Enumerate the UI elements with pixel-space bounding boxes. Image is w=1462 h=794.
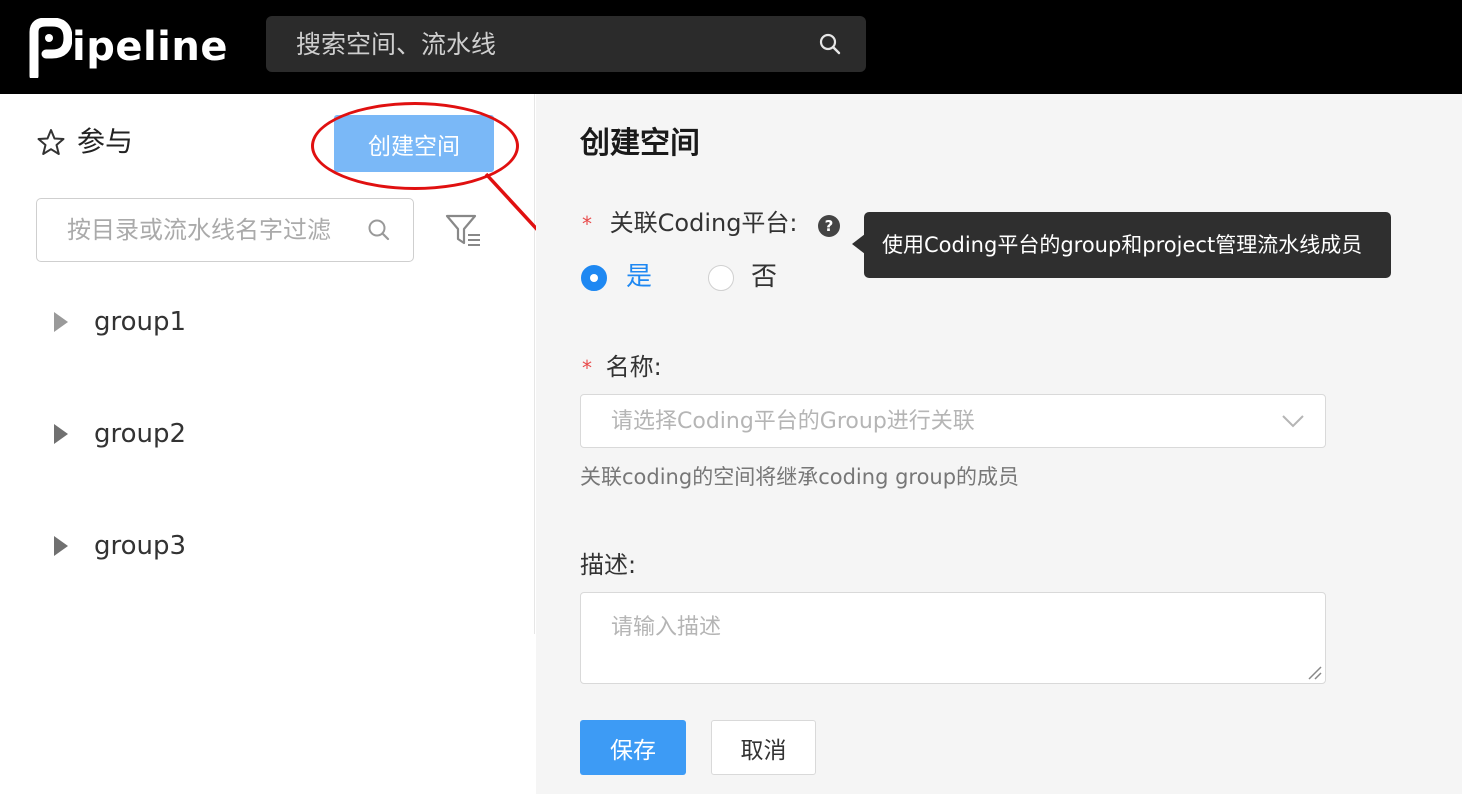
tree-item-group1[interactable]: group1 — [54, 302, 186, 342]
required-mark: * — [582, 212, 592, 236]
filter-input[interactable] — [37, 199, 357, 261]
radio-no[interactable] — [708, 265, 734, 291]
help-icon[interactable]: ? — [817, 214, 841, 238]
caret-right-icon[interactable] — [54, 424, 68, 444]
description-label: 描述: — [580, 551, 637, 579]
filter-box — [36, 198, 414, 262]
star-icon — [37, 129, 65, 155]
cancel-button[interactable]: 取消 — [711, 720, 816, 775]
save-button[interactable]: 保存 — [580, 720, 686, 775]
logo-p-icon — [29, 18, 72, 78]
filter-search-icon[interactable] — [367, 218, 391, 242]
tree-item-label: group2 — [94, 419, 187, 449]
svg-text:?: ? — [825, 217, 834, 235]
sidebar-section-title: 参与 — [77, 125, 134, 158]
tree-item-group3[interactable]: group3 — [54, 526, 186, 566]
logo-text: ipeline — [72, 24, 228, 70]
required-mark: * — [582, 356, 592, 380]
tree-item-label: group1 — [94, 307, 187, 337]
help-tooltip: 使用Coding平台的group和project管理流水线成员 — [864, 212, 1391, 278]
coding-platform-label: * 关联Coding平台: — [582, 206, 798, 241]
name-hint: 关联coding的空间将继承coding group的成员 — [580, 465, 1020, 489]
filter-funnel-icon[interactable] — [444, 212, 482, 250]
search-icon[interactable] — [818, 32, 842, 56]
name-label: * 名称: — [582, 350, 662, 385]
group-select-placeholder: 请选择Coding平台的Group进行关联 — [611, 409, 975, 434]
tree-item-group2[interactable]: group2 — [54, 414, 186, 454]
resize-handle-icon[interactable] — [1306, 664, 1322, 680]
tree-item-label: group3 — [94, 531, 187, 561]
description-input[interactable] — [580, 592, 1326, 684]
name-label-text: 名称: — [605, 353, 662, 381]
group-select[interactable]: 请选择Coding平台的Group进行关联 — [580, 394, 1326, 448]
caret-right-icon[interactable] — [54, 536, 68, 556]
coding-platform-label-text: 关联Coding平台: — [609, 209, 798, 237]
radio-yes-label[interactable]: 是 — [626, 260, 652, 294]
caret-right-icon[interactable] — [54, 312, 68, 332]
radio-yes[interactable] — [581, 265, 607, 291]
global-search-input[interactable] — [266, 16, 806, 72]
chevron-down-icon[interactable] — [1281, 411, 1305, 431]
radio-no-label[interactable]: 否 — [751, 260, 777, 294]
global-search — [266, 16, 866, 72]
form-title: 创建空间 — [580, 126, 700, 161]
